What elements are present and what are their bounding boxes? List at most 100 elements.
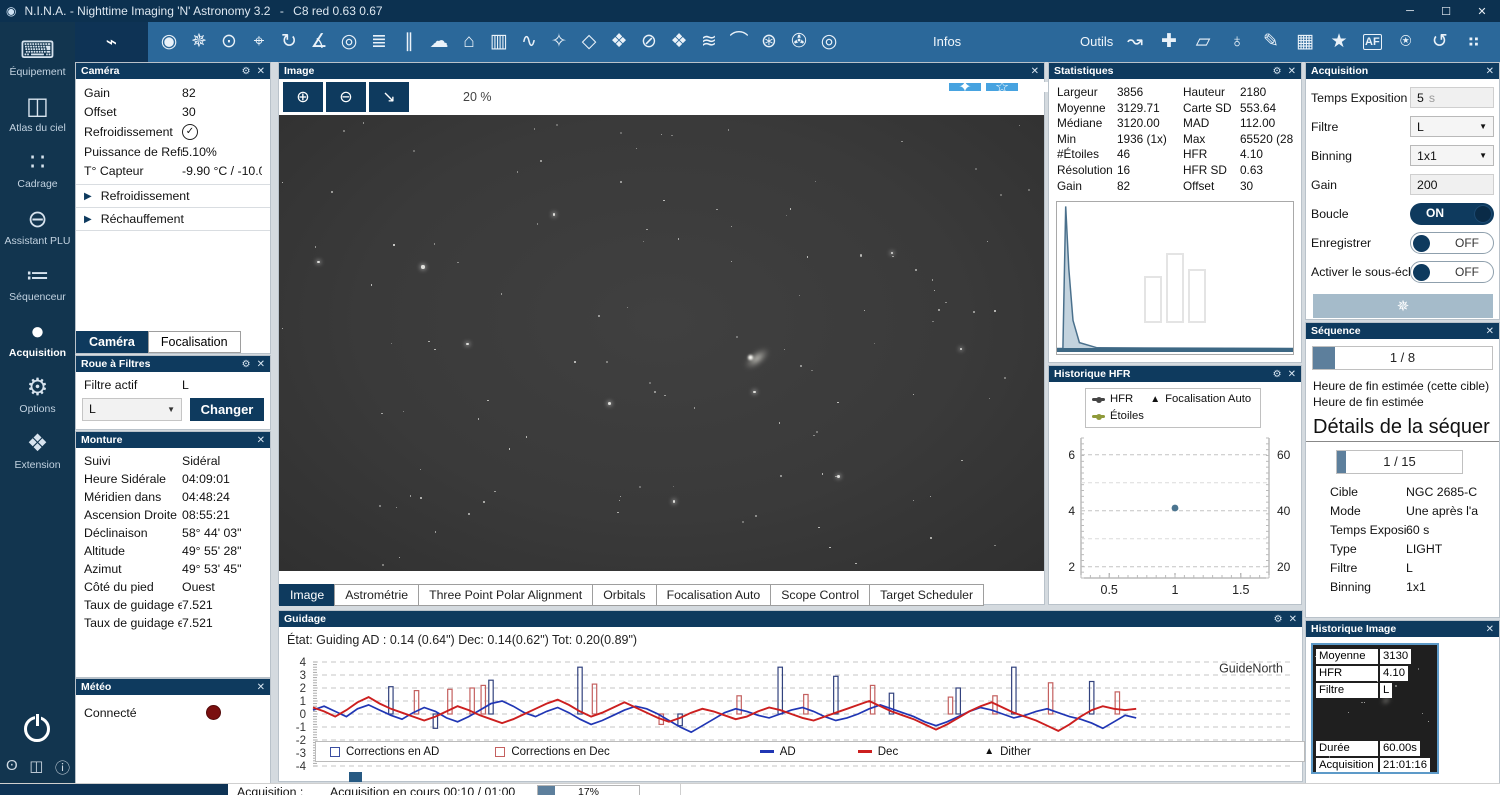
sidebar-item-plugins[interactable]: ❖Extension bbox=[0, 429, 75, 483]
dome-icon[interactable]: ⌂ bbox=[459, 22, 479, 62]
sky-rotate-icon[interactable]: ↝ bbox=[1125, 22, 1145, 62]
enregistrer-toggle[interactable]: OFF bbox=[1410, 232, 1494, 254]
filtre-select[interactable]: L▼ bbox=[1410, 116, 1494, 137]
weather-icon[interactable]: ☁ bbox=[429, 22, 449, 62]
autofocus-icon[interactable]: AF bbox=[1363, 34, 1382, 50]
statistics-icon[interactable]: ▥ bbox=[489, 22, 509, 62]
star-annotation-button[interactable]: ☆ bbox=[985, 82, 1019, 92]
binning-select[interactable]: 1x1▼ bbox=[1410, 145, 1494, 166]
temps-exposition-input[interactable]: 5s bbox=[1410, 87, 1494, 108]
sequence-icon[interactable]: ≣ bbox=[369, 22, 389, 62]
crosshair-button[interactable]: ⌖ bbox=[911, 82, 945, 92]
gear-icon[interactable]: ⚙ bbox=[242, 359, 251, 370]
star-detection-icon[interactable]: ⍟ bbox=[1396, 22, 1416, 62]
graph-icon[interactable]: ∿ bbox=[519, 22, 539, 62]
tab-image[interactable]: Image bbox=[279, 584, 335, 606]
infos-icon[interactable]: ◎ bbox=[819, 22, 839, 62]
close-icon[interactable]: ✕ bbox=[1288, 369, 1296, 380]
safety-monitor-icon[interactable]: ◇ bbox=[579, 22, 599, 62]
switch-icon[interactable]: ∥ bbox=[399, 22, 419, 62]
close-button[interactable]: ✕ bbox=[1464, 0, 1500, 22]
expander-réchauffement[interactable]: ▶Réchauffement bbox=[76, 207, 270, 231]
plugin-icon[interactable]: ❖ bbox=[669, 22, 689, 62]
close-icon[interactable]: ✕ bbox=[1486, 326, 1494, 337]
guide-scrollbar-thumb[interactable] bbox=[349, 772, 362, 782]
tab-caméra[interactable]: Caméra bbox=[76, 331, 148, 353]
expander-refroidissement[interactable]: ▶Refroidissement bbox=[76, 184, 270, 207]
zoom-in-button[interactable]: ⊕ bbox=[283, 82, 323, 112]
calculator-icon[interactable]: ▦ bbox=[1295, 22, 1315, 62]
close-icon[interactable]: ✕ bbox=[1031, 66, 1039, 77]
infos-label[interactable]: Infos bbox=[933, 34, 961, 49]
guider-icon[interactable]: ◎ bbox=[339, 22, 359, 62]
tab-focalisation[interactable]: Focalisation bbox=[148, 331, 241, 353]
pixel-box-icon[interactable]: ⠶ bbox=[1464, 22, 1484, 62]
gain-input[interactable]: 200 bbox=[1410, 174, 1494, 195]
aperture-icon[interactable]: ✵ bbox=[189, 22, 209, 62]
connect-all-button[interactable]: ⌁ bbox=[75, 22, 148, 62]
sidebar-item-sequencer[interactable]: ≔Séquenceur bbox=[0, 261, 75, 315]
flat-panel-icon[interactable]: ✧ bbox=[549, 22, 569, 62]
stretch-wand-button[interactable]: ✦ bbox=[948, 82, 982, 92]
image-history-thumbnail[interactable]: Moyenne3130HFR4.10FiltreLDurée60.00sAcqu… bbox=[1311, 643, 1439, 774]
tab-orbitals[interactable]: Orbitals bbox=[592, 584, 656, 606]
power-button[interactable] bbox=[24, 716, 52, 744]
close-icon[interactable]: ✕ bbox=[257, 682, 265, 693]
pixel-grid-button[interactable]: ▦ bbox=[837, 82, 871, 92]
crosshair-plus-icon[interactable]: ✚ bbox=[1159, 22, 1179, 62]
boucle-toggle[interactable]: ON bbox=[1410, 203, 1494, 225]
sidebar-item-options[interactable]: ⚙Options bbox=[0, 373, 75, 427]
star-icon[interactable]: ★ bbox=[1329, 22, 1349, 62]
planet-icon[interactable]: ⊘ bbox=[639, 22, 659, 62]
zoom-out-button[interactable]: ⊖ bbox=[326, 82, 366, 112]
gear-icon[interactable]: ⚙ bbox=[1274, 614, 1283, 625]
tab-astrométrie[interactable]: Astrométrie bbox=[334, 584, 419, 606]
film-reel-icon[interactable]: ✇ bbox=[789, 22, 809, 62]
tab-scope-control[interactable]: Scope Control bbox=[770, 584, 870, 606]
image-view[interactable] bbox=[279, 115, 1044, 571]
change-filter-button[interactable]: Changer bbox=[190, 398, 264, 421]
layers-icon[interactable]: ≋ bbox=[699, 22, 719, 62]
activer-le-sous-éch-toggle[interactable]: OFF bbox=[1410, 261, 1494, 283]
star-detection-button[interactable]: ⁂ bbox=[874, 82, 908, 92]
sidebar-item-flat-wizard[interactable]: ⊖Assistant PLU bbox=[0, 205, 75, 259]
close-icon[interactable]: ✕ bbox=[1486, 624, 1494, 635]
sketch-icon[interactable]: ✎ bbox=[1261, 22, 1281, 62]
rotate-image-button[interactable]: ↻ bbox=[763, 82, 797, 92]
manual-icon[interactable]: ◫ bbox=[29, 757, 43, 778]
close-icon[interactable]: ✕ bbox=[257, 435, 265, 446]
fit-screen-button[interactable]: ↘ bbox=[369, 82, 409, 112]
gear-icon[interactable]: ⚙ bbox=[242, 66, 251, 77]
puzzle-piece-icon[interactable]: ❖ bbox=[609, 22, 629, 62]
start-capture-button[interactable]: ✵ bbox=[1313, 294, 1493, 318]
visibility-icon[interactable]: ʘ bbox=[6, 757, 18, 778]
gear-icon[interactable]: ⚙ bbox=[1273, 369, 1282, 380]
history-icon[interactable]: ↺ bbox=[1430, 22, 1450, 62]
plate-solving-icon[interactable]: ♁ bbox=[1227, 22, 1247, 62]
close-icon[interactable]: ✕ bbox=[1288, 66, 1296, 77]
sidebar-item-imaging[interactable]: ●Acquisition bbox=[0, 317, 75, 371]
filter-wheel-icon[interactable]: ⊙ bbox=[219, 22, 239, 62]
focuser-icon[interactable]: ⌖ bbox=[249, 22, 269, 62]
tab-target-scheduler[interactable]: Target Scheduler bbox=[869, 584, 984, 606]
outils-label[interactable]: Outils bbox=[1080, 34, 1113, 49]
info-icon[interactable]: ⓘ bbox=[55, 757, 70, 778]
wheel-icon[interactable]: ⊛ bbox=[759, 22, 779, 62]
flip-horizontal-button[interactable]: ⋈ bbox=[800, 82, 834, 92]
minimize-button[interactable]: ─ bbox=[1392, 0, 1428, 22]
close-icon[interactable]: ✕ bbox=[257, 66, 265, 77]
sidebar-item-equipment[interactable]: ⌨Équipement bbox=[0, 36, 75, 90]
telescope-icon[interactable]: ∡ bbox=[309, 22, 329, 62]
gear-icon[interactable]: ⚙ bbox=[1273, 66, 1282, 77]
close-icon[interactable]: ✕ bbox=[257, 359, 265, 370]
tab-three-point-polar-alignment[interactable]: Three Point Polar Alignment bbox=[418, 584, 593, 606]
flat-arc-icon[interactable]: ⌒ bbox=[729, 22, 749, 62]
sidebar-item-framing[interactable]: ∷Cadrage bbox=[0, 148, 75, 202]
flat-panel-tool-icon[interactable]: ▱ bbox=[1193, 22, 1213, 62]
rotator-icon[interactable]: ↻ bbox=[279, 22, 299, 62]
filter-select[interactable]: L ▼ bbox=[82, 398, 182, 421]
one-to-one-button[interactable]: 1:1 bbox=[412, 82, 446, 92]
tab-focalisation-auto[interactable]: Focalisation Auto bbox=[656, 584, 772, 606]
close-icon[interactable]: ✕ bbox=[1486, 66, 1494, 77]
close-icon[interactable]: ✕ bbox=[1289, 614, 1297, 625]
